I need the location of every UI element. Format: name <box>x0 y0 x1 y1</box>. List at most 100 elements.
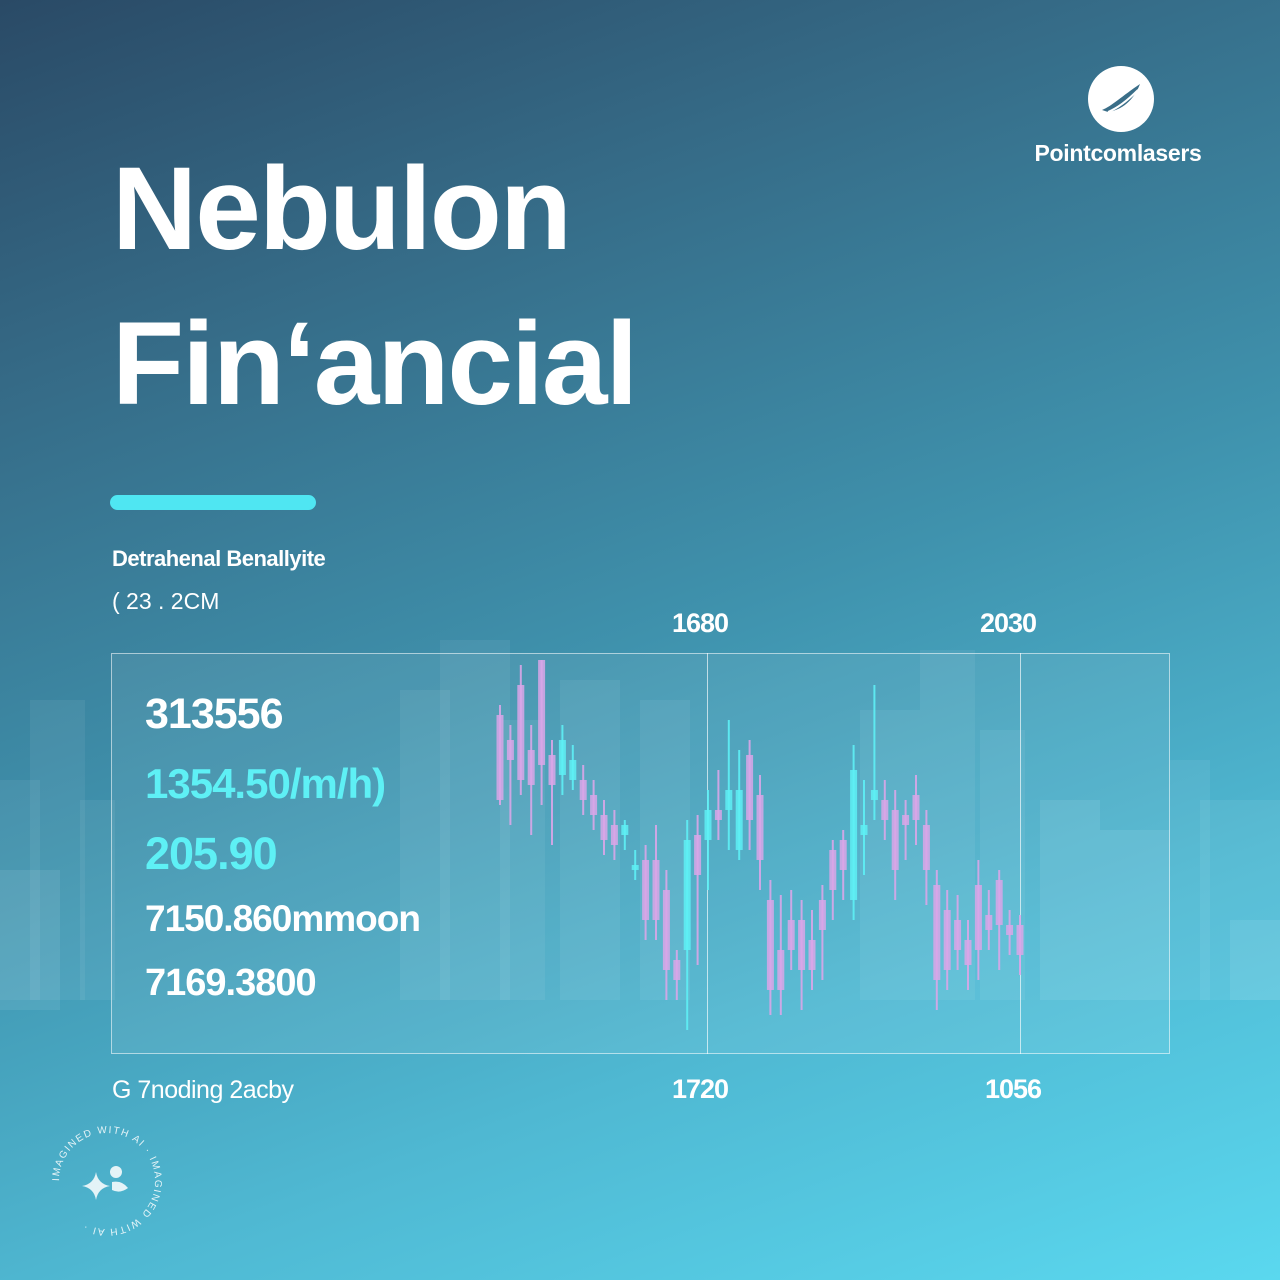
candle-body <box>964 940 972 965</box>
candle <box>974 860 982 980</box>
candle <box>506 725 514 825</box>
candle <box>787 890 795 970</box>
candle <box>714 770 722 840</box>
candle <box>912 775 920 845</box>
candle-body <box>600 815 608 840</box>
candle <box>870 685 878 820</box>
candle <box>860 780 868 875</box>
candle-body <box>579 780 587 800</box>
candle-body <box>818 900 826 930</box>
candle <box>943 890 951 990</box>
candle <box>818 885 826 980</box>
candle <box>683 820 691 1030</box>
candle-body <box>631 865 639 870</box>
candle <box>642 845 650 940</box>
candle-body <box>933 885 941 980</box>
year-label-bottom-mid: 1720 <box>672 1074 729 1104</box>
candle-body <box>839 840 847 870</box>
candle-body <box>704 810 712 840</box>
candle-body <box>538 660 546 765</box>
candle-body <box>1006 925 1014 935</box>
candle-body <box>621 825 629 835</box>
candle <box>1006 910 1014 955</box>
candle-body <box>725 790 733 810</box>
candle-body <box>527 750 535 785</box>
candle-body <box>735 790 743 850</box>
candle <box>662 870 670 1000</box>
footer-label: G 7noding 2acby <box>112 1076 294 1104</box>
candle <box>569 745 577 790</box>
candle <box>527 725 535 835</box>
candle <box>704 790 712 890</box>
candle <box>839 830 847 900</box>
candle-body <box>683 840 691 950</box>
candle <box>496 705 504 805</box>
candle-body <box>766 900 774 990</box>
candle-body <box>974 885 982 950</box>
candle-body <box>548 755 556 785</box>
candle <box>964 920 972 990</box>
candle-body <box>881 800 889 820</box>
candle <box>735 750 743 860</box>
sparkle-icon <box>82 1166 128 1200</box>
candle <box>725 720 733 850</box>
candle-body <box>912 795 920 820</box>
candle-body <box>642 860 650 920</box>
candle-body <box>746 755 754 820</box>
candle <box>985 890 993 950</box>
candle <box>610 810 618 860</box>
candle-body <box>922 825 930 870</box>
candle-body <box>506 740 514 760</box>
candle <box>694 815 702 965</box>
candle <box>850 745 858 920</box>
candle-body <box>798 920 806 970</box>
candle <box>995 870 1003 970</box>
svg-text:IMAGINED WITH AI · IMAGINED WI: IMAGINED WITH AI · IMAGINED WITH AI · <box>51 1125 163 1237</box>
candle <box>954 895 962 970</box>
candle-body <box>569 760 577 780</box>
candle-body <box>714 810 722 820</box>
candle <box>933 870 941 1010</box>
candle <box>631 850 639 880</box>
candle-body <box>954 920 962 950</box>
candle <box>922 810 930 905</box>
candle-body <box>829 850 837 890</box>
candle <box>777 895 785 1015</box>
candle <box>891 790 899 900</box>
candle-body <box>995 880 1003 925</box>
year-label-bottom-right: 1056 <box>985 1074 1042 1104</box>
candle-body <box>860 825 868 835</box>
candle-body <box>787 920 795 950</box>
candle <box>766 880 774 1015</box>
candle <box>558 725 566 795</box>
candle-body <box>777 950 785 990</box>
candle-body <box>662 890 670 970</box>
candle-body <box>652 860 660 920</box>
candle-body <box>1016 925 1024 955</box>
badge-text: IMAGINED WITH AI · IMAGINED WITH AI · <box>51 1125 162 1237</box>
candle-body <box>673 960 681 980</box>
candle-body <box>590 795 598 815</box>
candle-body <box>870 790 878 800</box>
stat-value: 7169.3800 <box>145 962 317 1004</box>
candle <box>538 660 546 805</box>
candle <box>548 740 556 845</box>
candle <box>600 800 608 855</box>
stat-value: 1354.50/m/h) <box>145 760 386 807</box>
stat-value: 7150.860mmoon <box>145 898 421 939</box>
candle <box>590 780 598 830</box>
candle-body <box>891 810 899 870</box>
candle-body <box>496 715 504 800</box>
stat-value: 313556 <box>145 690 283 738</box>
stat-value: 205.90 <box>145 828 278 879</box>
candle <box>1016 915 1024 975</box>
candle <box>746 740 754 850</box>
candle <box>652 825 660 940</box>
candle-body <box>610 825 618 845</box>
candle <box>579 765 587 815</box>
page: Pointcomlasers Nebulon Finʻancial Detrah… <box>0 0 1280 1280</box>
candle <box>808 910 816 990</box>
candle-body <box>558 740 566 775</box>
candle-body <box>808 940 816 970</box>
imagined-with-ai-badge: IMAGINED WITH AI · IMAGINED WITH AI · <box>51 1125 163 1237</box>
